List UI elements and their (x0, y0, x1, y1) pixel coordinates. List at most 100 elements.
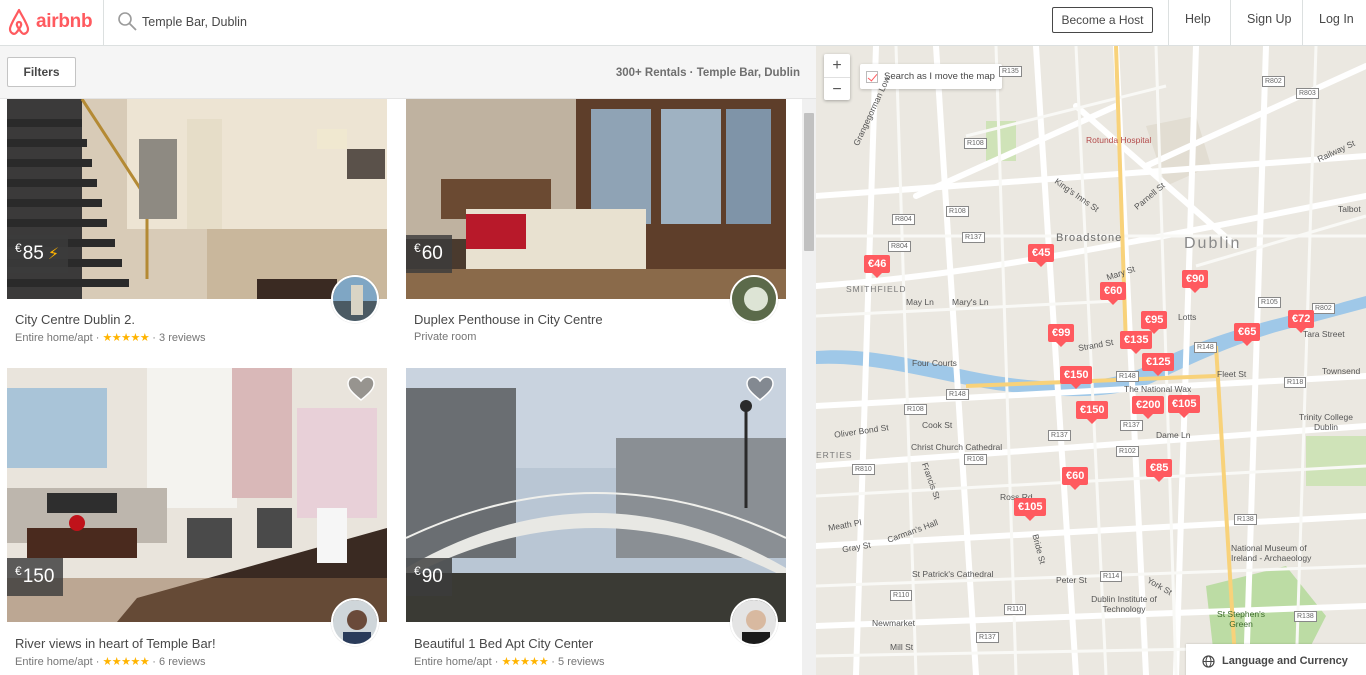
road-shield: R118 (1284, 377, 1307, 388)
road-shield: R137 (1120, 420, 1143, 431)
road-shield: R102 (1116, 446, 1139, 457)
map-label: Trinity College Dublin (1298, 412, 1353, 432)
road-shield: R148 (1194, 342, 1217, 353)
search-bar[interactable] (104, 0, 604, 46)
map-label: Rotunda Hospital (1086, 135, 1152, 145)
listing-photo[interactable]: € 150 (7, 368, 387, 622)
map-label: Mary's Ln (952, 297, 989, 307)
map-price-marker[interactable]: €105 (1014, 498, 1047, 521)
heart-icon[interactable] (347, 376, 375, 402)
results-panel: Filters 300+ Rentals · Temple Bar, Dubli… (0, 46, 816, 675)
map-price-marker[interactable]: €60 (1100, 282, 1127, 305)
header-divider (1230, 0, 1231, 46)
price-tag: € 90 (406, 558, 452, 596)
map-label: Townsend (1322, 366, 1361, 376)
checkbox-checked-icon[interactable] (866, 70, 878, 83)
separator: · (491, 656, 502, 668)
room-type: Entire home/apt (414, 656, 492, 668)
price-currency: € (414, 241, 421, 255)
map-price-marker[interactable]: €125 (1142, 353, 1175, 376)
review-count: 6 reviews (159, 656, 206, 668)
language-currency-label: Language and Currency (1222, 655, 1348, 667)
price-amount: 150 (22, 566, 55, 587)
map-label: Peter St (1056, 575, 1087, 585)
road-shield: R802 (1312, 303, 1335, 314)
search-input[interactable] (142, 11, 442, 33)
host-avatar[interactable] (730, 598, 778, 646)
road-shield: R803 (1296, 88, 1319, 99)
map-label: Fleet St (1217, 369, 1247, 379)
listing-photo[interactable]: € 90 (406, 368, 786, 622)
map-price-marker[interactable]: €200 (1132, 396, 1165, 419)
map-price-marker[interactable]: €60 (1062, 467, 1089, 490)
separator: · (92, 656, 103, 668)
road-shield: R135 (999, 66, 1022, 77)
map-label: Christ Church Cathedral (911, 442, 1003, 452)
airbnb-logo[interactable]: airbnb (6, 7, 93, 37)
help-link[interactable]: Help (1185, 12, 1211, 26)
zoom-out-button[interactable]: − (824, 78, 850, 101)
review-count: 5 reviews (558, 656, 605, 668)
map-price-marker[interactable]: €72 (1288, 310, 1315, 333)
heart-icon[interactable] (746, 376, 774, 402)
listing-title[interactable]: Beautiful 1 Bed Apt City Center (414, 636, 593, 651)
map-price-marker[interactable]: €65 (1234, 323, 1261, 346)
map-label: Dame Ln (1156, 430, 1191, 440)
language-currency-button[interactable]: Language and Currency (1186, 644, 1366, 675)
living-room-photo (7, 368, 387, 622)
globe-icon (1202, 654, 1215, 668)
map-label: May Ln (906, 297, 934, 307)
header-divider (1302, 0, 1303, 46)
listing-photo[interactable]: € 60 (406, 99, 786, 299)
road-shield: R110 (890, 590, 913, 601)
host-avatar[interactable] (331, 598, 379, 646)
log-in-link[interactable]: Log In (1319, 12, 1354, 26)
filters-button[interactable]: Filters (7, 57, 76, 87)
sign-up-link[interactable]: Sign Up (1247, 12, 1291, 26)
price-amount: 85 (22, 243, 44, 264)
road-shield: R810 (852, 464, 875, 475)
map-label: Newmarket (872, 618, 915, 628)
listing-title[interactable]: River views in heart of Temple Bar! (15, 636, 216, 651)
map-price-marker[interactable]: €150 (1060, 366, 1093, 389)
zoom-control: + − (824, 54, 850, 100)
bridge-photo (406, 368, 786, 622)
price-amount: 60 (421, 243, 443, 264)
instant-book-icon: ⚡ (47, 246, 60, 263)
separator: · (149, 656, 160, 668)
map-price-marker[interactable]: €46 (864, 255, 891, 278)
zoom-in-button[interactable]: + (824, 54, 850, 77)
become-a-host-button[interactable]: Become a Host (1052, 7, 1153, 33)
map-label: Tara Street (1303, 329, 1345, 339)
road-shield: R137 (1048, 430, 1071, 441)
map-price-marker[interactable]: €90 (1182, 270, 1209, 293)
road-shield: R108 (964, 454, 987, 465)
scroll-thumb[interactable] (804, 113, 814, 251)
listing-grid: € 85 ⚡ City Centre Dublin 2. Entire home… (0, 99, 802, 675)
separator: · (92, 332, 103, 344)
results-scrollbar[interactable] (802, 99, 816, 675)
map-price-marker[interactable]: €95 (1141, 311, 1168, 334)
map[interactable]: + − Search as I move the map Rotunda Hos… (816, 46, 1366, 675)
listing-title[interactable]: Duplex Penthouse in City Centre (414, 312, 603, 327)
map-price-marker[interactable]: €135 (1120, 331, 1153, 354)
map-price-marker[interactable]: €99 (1048, 324, 1075, 347)
map-price-marker[interactable]: €105 (1168, 395, 1201, 418)
map-label: Cook St (922, 420, 953, 430)
road-shield: R138 (1234, 514, 1257, 525)
price-amount: 90 (421, 566, 443, 587)
host-avatar[interactable] (331, 275, 379, 323)
map-label: The National Wax (1124, 384, 1192, 394)
map-label: St Patrick's Cathedral (912, 569, 994, 579)
map-price-marker[interactable]: €150 (1076, 401, 1109, 424)
map-label: National Museum of Ireland - Archaeology (1231, 543, 1312, 563)
host-avatar[interactable] (730, 275, 778, 323)
airbnb-belo-icon (8, 8, 30, 35)
road-shield: R137 (962, 232, 985, 243)
price-tag: € 85 ⚡ (7, 235, 69, 273)
listing-title[interactable]: City Centre Dublin 2. (15, 312, 135, 327)
map-price-marker[interactable]: €85 (1146, 459, 1173, 482)
listing-photo[interactable]: € 85 ⚡ (7, 99, 387, 299)
map-price-marker[interactable]: €45 (1028, 244, 1055, 267)
listing-details: Entire home/apt · ★★★★★ · 6 reviews (15, 655, 206, 668)
